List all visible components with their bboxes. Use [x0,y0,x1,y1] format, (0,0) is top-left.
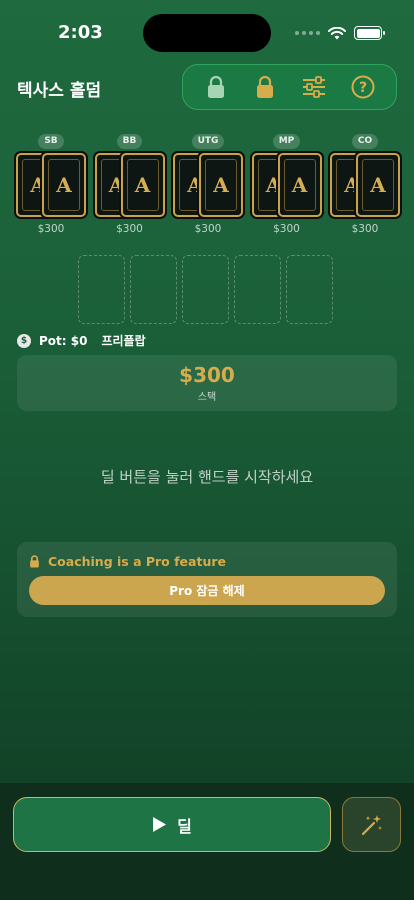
deal-label: 딜 [177,816,192,836]
board-slot [234,255,281,324]
sliders-icon [303,76,326,98]
hole-cards: A A [14,153,88,217]
coaching-header: Coaching is a Pro feature [29,554,226,569]
battery-icon [354,26,385,40]
help-button[interactable]: ? [346,70,380,104]
status-bar: 2:03 [0,0,414,60]
card: A [277,153,322,217]
community-board [78,255,333,324]
seat: UTG A A $300 [171,134,245,235]
card: A [199,153,243,217]
seats-row: SB A A $300 BB A A $300 UTG A A $300 MP … [14,134,402,235]
hero-stack-label: 스택 [197,392,217,403]
position-badge: UTG [191,134,225,149]
card: A [356,153,400,217]
position-badge: CO [351,134,379,149]
position-badge: MP [272,134,301,149]
hero-stack-amount: $300 [179,363,235,387]
seat: MP A A $300 [250,134,324,235]
hero-stack-card: $300 스택 [17,355,397,411]
coaching-card: Coaching is a Pro feature Pro 잠금 해제 [17,542,397,617]
pot-row: $ Pot: $0 프리플랍 [17,332,146,349]
lock-open-button[interactable] [199,70,233,104]
wifi-icon [328,26,346,39]
hole-cards: A A [250,153,324,217]
signal-icon [295,31,320,35]
svg-text:?: ? [359,80,367,96]
position-badge: BB [116,134,143,149]
lock-open-icon [207,75,224,98]
seat: SB A A $300 [14,134,88,235]
hole-cards: A A [93,153,167,217]
status-time: 2:03 [58,22,103,43]
card-rank: A [134,173,151,197]
seat-stack: $300 [273,223,300,235]
deal-hint: 딜 버튼을 눌러 핸드를 시작하세요 [100,468,314,486]
lock-icon [30,555,39,568]
card: A [42,153,86,217]
seat-stack: $300 [37,223,65,235]
pot-amount: Pot: $0 [39,333,88,348]
board-slot [182,255,229,324]
position-badge: SB [38,134,64,149]
seat: BB A A $300 [93,134,167,235]
card: A [120,153,165,217]
dynamic-island [143,14,271,52]
lock-button[interactable] [248,70,282,104]
pro-unlock-button[interactable]: Pro 잠금 해제 [29,576,385,605]
help-icon: ? [351,75,375,99]
magic-wand-button[interactable] [342,797,401,852]
board-slot [130,255,177,324]
deal-button[interactable]: 딜 [13,797,331,852]
coaching-message: Coaching is a Pro feature [48,554,226,569]
street-label: 프리플랍 [101,334,146,348]
seat-stack: $300 [194,223,222,235]
coin-icon: $ [17,333,31,348]
card-rank: A [291,173,308,197]
seat-stack: $300 [351,223,379,235]
magic-wand-icon [361,814,382,835]
page-title: 텍사스 홀덤 [17,81,102,101]
seat-stack: $300 [116,223,143,235]
seat: CO A A $300 [328,134,402,235]
card-rank: A [56,173,72,197]
board-slot [78,255,125,324]
lock-icon [256,75,273,98]
board-slot [286,255,333,324]
header-toolbar: ? [182,64,397,110]
card-rank: A [370,173,386,197]
status-icons [295,26,385,40]
card-rank: A [213,173,229,197]
hole-cards: A A [328,153,402,217]
settings-button[interactable] [297,70,331,104]
hole-cards: A A [171,153,245,217]
play-icon [153,817,167,832]
